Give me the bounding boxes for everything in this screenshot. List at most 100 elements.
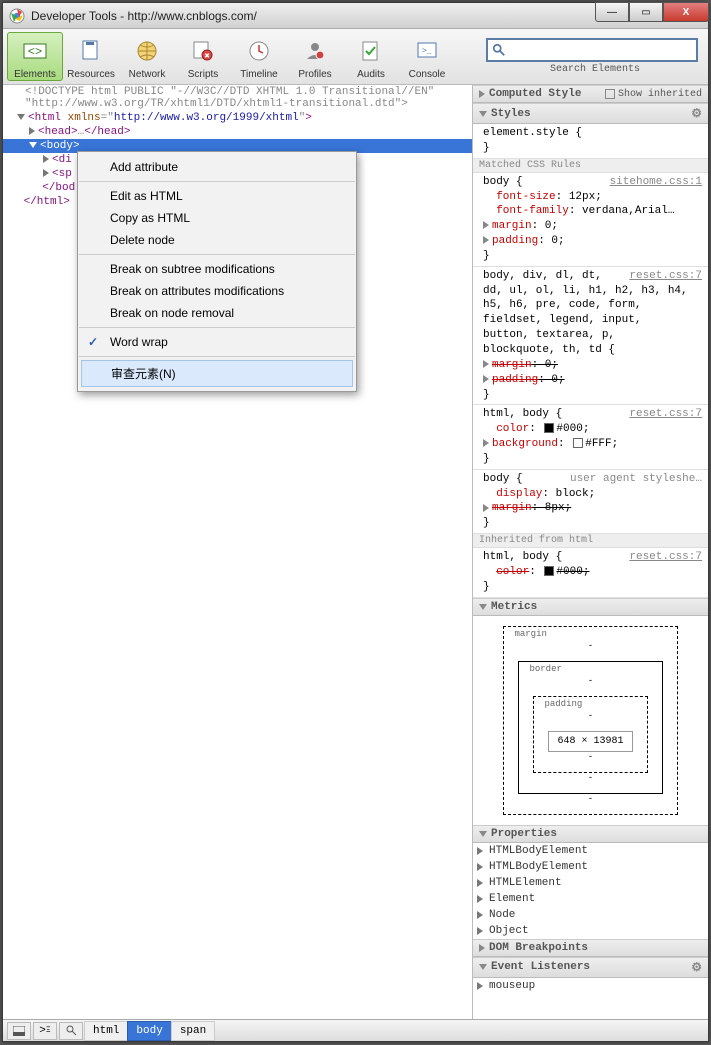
section-title: Computed Style (489, 88, 581, 100)
css-prop: font-size (496, 191, 555, 203)
section-title: Metrics (491, 601, 537, 613)
metrics-border-label: border (529, 664, 643, 674)
brace: } (483, 516, 702, 531)
tab-timeline[interactable]: Timeline (231, 33, 287, 80)
css-source-link[interactable]: reset.css:7 (629, 550, 702, 565)
element-style-block[interactable]: element.style { } (473, 124, 708, 159)
css-prop: padding (492, 235, 538, 247)
console-toggle-button[interactable]: >Ξ (33, 1022, 57, 1040)
css-source-link[interactable]: reset.css:7 (629, 269, 702, 284)
ctx-edit-html[interactable]: Edit as HTML (78, 185, 356, 207)
metrics-diagram[interactable]: margin - border - padding - 648 × 13981 … (473, 616, 708, 825)
selector-text: fieldset, legend, input, (483, 313, 702, 328)
search-input[interactable] (486, 38, 698, 62)
event-listeners-header[interactable]: Event Listeners ⚙ (473, 957, 708, 978)
css-prop: color (496, 423, 529, 435)
css-prop: display (496, 488, 542, 500)
ctx-sep (79, 356, 355, 357)
brace: } (483, 388, 702, 403)
css-rule[interactable]: user agent styleshe… body { display: blo… (473, 470, 708, 534)
ctx-sep (79, 254, 355, 255)
tab-console[interactable]: >_ Console (399, 33, 455, 80)
property-item[interactable]: HTMLBodyElement (473, 859, 708, 875)
ctx-inspect-element[interactable]: 审查元素(N) (81, 360, 353, 387)
tab-label: Audits (343, 69, 399, 80)
css-val: #000; (556, 423, 589, 435)
gear-icon[interactable]: ⚙ (691, 106, 702, 121)
close-button[interactable]: X (663, 2, 709, 22)
css-val: #000; (556, 566, 589, 578)
dock-button[interactable] (7, 1022, 31, 1040)
metrics-dash: - (533, 773, 647, 783)
tab-label: Console (399, 69, 455, 80)
breadcrumb-body[interactable]: body (127, 1021, 171, 1041)
css-val: : 0; (532, 220, 558, 232)
search-icon (492, 43, 506, 57)
minimize-button[interactable]: — (595, 2, 629, 22)
css-rule[interactable]: reset.css:7 body, div, dl, dt, dd, ul, o… (473, 267, 708, 406)
dom-breakpoints-header[interactable]: DOM Breakpoints (473, 939, 708, 957)
ctx-break-attrs[interactable]: Break on attributes modifications (78, 280, 356, 302)
console-icon: >_ (411, 35, 443, 67)
ctx-break-subtree[interactable]: Break on subtree modifications (78, 258, 356, 280)
brace: } (483, 452, 702, 467)
css-rule[interactable]: sitehome.css:1 body { font-size: 12px; f… (473, 173, 708, 267)
dom-tree-panel[interactable]: <!DOCTYPE html PUBLIC "-//W3C//DTD XHTML… (3, 85, 473, 1019)
tab-label: Timeline (231, 69, 287, 80)
property-item[interactable]: Object (473, 923, 708, 939)
property-item[interactable]: Node (473, 907, 708, 923)
network-icon (131, 35, 163, 67)
tab-elements[interactable]: <> Elements (7, 32, 63, 81)
css-source-link[interactable]: reset.css:7 (629, 407, 702, 422)
css-source-link[interactable]: sitehome.css:1 (610, 175, 702, 190)
ctx-delete-node[interactable]: Delete node (78, 229, 356, 251)
ctx-break-removal[interactable]: Break on node removal (78, 302, 356, 324)
gear-icon[interactable]: ⚙ (691, 960, 702, 975)
titlebar[interactable]: Developer Tools - http://www.cnblogs.com… (3, 3, 708, 29)
main-area: <!DOCTYPE html PUBLIC "-//W3C//DTD XHTML… (3, 85, 708, 1019)
chevron-down-icon (479, 604, 487, 610)
listener-item[interactable]: mouseup (473, 978, 708, 994)
property-item[interactable]: HTMLBodyElement (473, 843, 708, 859)
properties-header[interactable]: Properties (473, 825, 708, 843)
ctx-add-attribute[interactable]: Add attribute (78, 156, 356, 178)
head-node[interactable]: <head>…</head> (3, 125, 472, 139)
breadcrumb-span[interactable]: span (171, 1021, 215, 1041)
timeline-icon (243, 35, 275, 67)
property-item[interactable]: Element (473, 891, 708, 907)
tab-audits[interactable]: Audits (343, 33, 399, 80)
section-title: DOM Breakpoints (489, 942, 588, 954)
metrics-dash: - (548, 711, 632, 721)
css-val: #FFF; (585, 438, 618, 450)
tab-profiles[interactable]: Profiles (287, 33, 343, 80)
css-rule[interactable]: reset.css:7 html, body { color: #000; ba… (473, 405, 708, 469)
show-inherited-label: Show inherited (618, 89, 702, 100)
metrics-header[interactable]: Metrics (473, 598, 708, 616)
section-title: Event Listeners (491, 961, 590, 973)
tab-label: Scripts (175, 69, 231, 80)
computed-style-header[interactable]: Computed Style Show inherited (473, 85, 708, 103)
search-button[interactable] (59, 1022, 83, 1040)
tab-resources[interactable]: Resources (63, 33, 119, 80)
css-prop: margin (492, 220, 532, 232)
css-prop: color (496, 566, 529, 578)
show-inherited-toggle[interactable]: Show inherited (605, 89, 702, 100)
svg-text:✖: ✖ (204, 53, 210, 60)
brace: } (483, 580, 702, 595)
property-item[interactable]: HTMLElement (473, 875, 708, 891)
css-rule[interactable]: reset.css:7 html, body { color: #000; } (473, 548, 708, 598)
ctx-word-wrap[interactable]: ✓Word wrap (78, 331, 356, 353)
html-open[interactable]: <html xmlns="http://www.w3.org/1999/xhtm… (3, 111, 472, 125)
selector-text: element.style { (483, 126, 702, 141)
chevron-down-icon (479, 111, 487, 117)
breadcrumb-html[interactable]: html (84, 1021, 128, 1041)
svg-text:<>: <> (28, 45, 42, 59)
maximize-button[interactable]: ▭ (629, 2, 663, 22)
selector-text: button, textarea, p, (483, 328, 702, 343)
ctx-copy-html[interactable]: Copy as HTML (78, 207, 356, 229)
tab-label: Network (119, 69, 175, 80)
tab-scripts[interactable]: ✖ Scripts (175, 33, 231, 80)
doctype-line[interactable]: <!DOCTYPE html PUBLIC "-//W3C//DTD XHTML… (3, 85, 472, 111)
styles-header[interactable]: Styles ⚙ (473, 103, 708, 124)
tab-network[interactable]: Network (119, 33, 175, 80)
